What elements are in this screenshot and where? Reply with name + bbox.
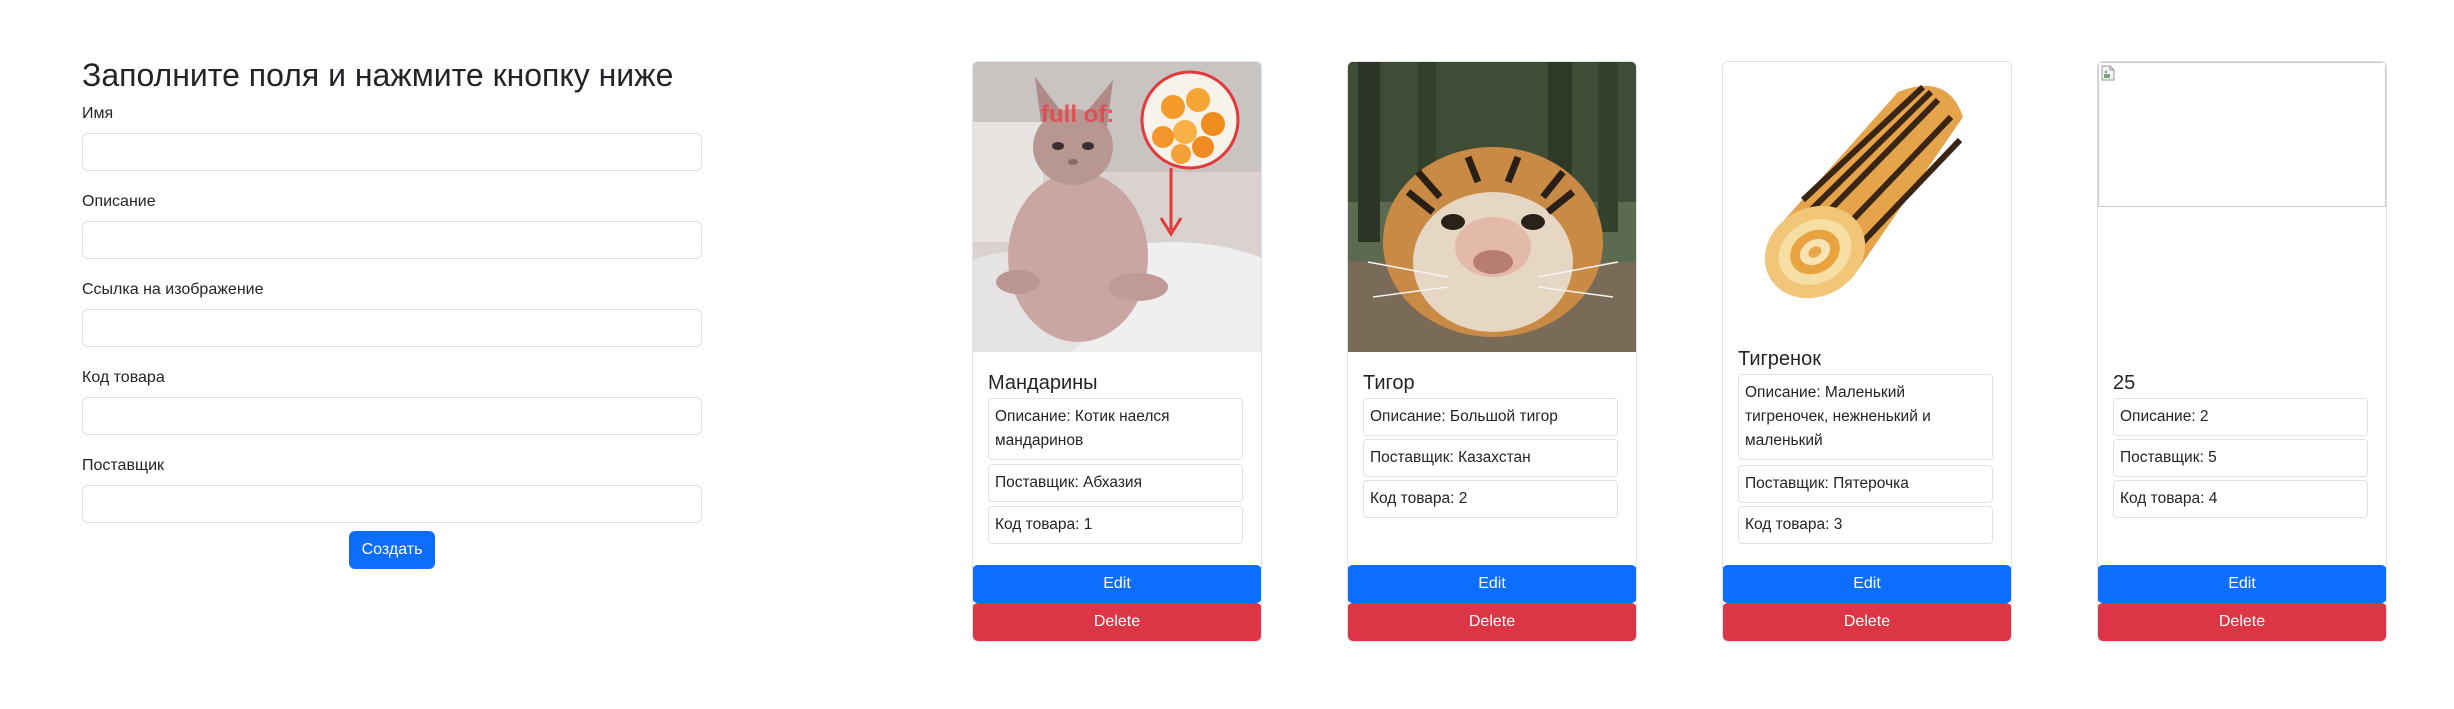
card-title: Тигренок xyxy=(1738,348,1821,370)
create-button[interactable]: Создать xyxy=(348,531,436,570)
edit-button[interactable]: Edit xyxy=(1348,565,1636,603)
delete-button[interactable]: Delete xyxy=(2098,603,2386,641)
image-caption: full of: xyxy=(1041,101,1114,128)
delete-button[interactable]: Delete xyxy=(1348,603,1636,641)
broken-image-icon xyxy=(2101,65,2115,81)
card-title: Мандарины xyxy=(988,372,1098,394)
description-label: Описание xyxy=(82,193,156,211)
supplier-box: Поставщик: Абхазия xyxy=(988,464,1243,502)
card-title: Тигор xyxy=(1363,372,1415,394)
supplier-box: Поставщик: 5 xyxy=(2113,439,2368,477)
product-code-input[interactable] xyxy=(82,397,702,436)
delete-button[interactable]: Delete xyxy=(973,603,1261,641)
form-title: Заполните поля и нажмите кнопку ниже xyxy=(82,57,674,93)
product-card: full of: Мандарины Описание: Котик наелс… xyxy=(972,61,1262,642)
image-url-label: Ссылка на изображение xyxy=(82,281,264,299)
product-card: Тигренок Описание: Маленький тигреночек,… xyxy=(1722,61,2012,642)
name-input[interactable] xyxy=(82,133,702,172)
supplier-label: Поставщик xyxy=(82,457,165,475)
description-box: Описание: Котик наелся мандаринов xyxy=(988,398,1243,460)
create-product-form: Заполните поля и нажмите кнопку ниже Имя… xyxy=(82,56,702,570)
description-box: Описание: Маленький тигреночек, нежненьк… xyxy=(1738,374,1993,460)
product-image-cat: full of: xyxy=(973,62,1261,352)
product-code-box: Код товара: 2 xyxy=(1363,480,1618,518)
image-url-input[interactable] xyxy=(82,309,702,348)
description-input[interactable] xyxy=(82,221,702,260)
broken-image xyxy=(2098,62,2386,207)
product-card: 25 Описание: 2 Поставщик: 5 Код товара: … xyxy=(2097,61,2387,642)
product-image-tiger xyxy=(1348,62,1636,352)
supplier-box: Поставщик: Казахстан xyxy=(1363,439,1618,477)
delete-button[interactable]: Delete xyxy=(1723,603,2011,641)
description-box: Описание: 2 xyxy=(2113,398,2368,436)
product-code-box: Код товара: 3 xyxy=(1738,506,1993,544)
description-box: Описание: Большой тигор xyxy=(1363,398,1618,436)
product-code-box: Код товара: 4 xyxy=(2113,480,2368,518)
product-image-swiss-roll xyxy=(1723,62,2011,329)
create-button-wrap: Создать xyxy=(82,531,702,570)
edit-button[interactable]: Edit xyxy=(1723,565,2011,603)
edit-button[interactable]: Edit xyxy=(2098,565,2386,603)
supplier-box: Поставщик: Пятерочка xyxy=(1738,465,1993,503)
edit-button[interactable]: Edit xyxy=(973,565,1261,603)
product-card: Тигор Описание: Большой тигор Поставщик:… xyxy=(1347,61,1637,642)
name-label: Имя xyxy=(82,105,114,123)
supplier-input[interactable] xyxy=(82,485,702,524)
product-code-label: Код товара xyxy=(82,369,165,387)
product-code-box: Код товара: 1 xyxy=(988,506,1243,544)
card-title: 25 xyxy=(2113,372,2136,394)
